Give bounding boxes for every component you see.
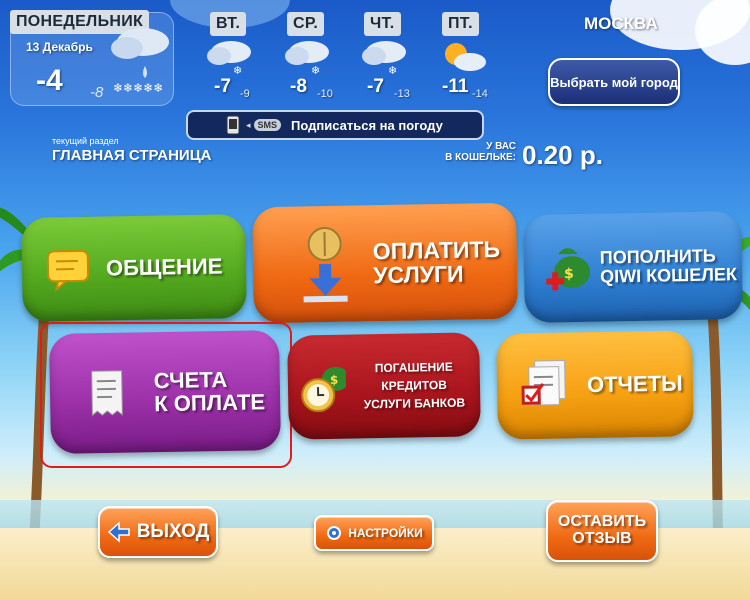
communication-tile[interactable]: ОБЩЕНИЕ: [21, 214, 247, 322]
snow-cloud-icon: ❄❄❄❄❄: [111, 28, 169, 95]
forecast-wed-low: -10: [317, 88, 333, 100]
pay-services-label: ОПЛАТИТЬ УСЛУГИ: [372, 235, 501, 289]
section-caption: текущий раздел: [52, 136, 119, 146]
svg-text:❄: ❄: [311, 64, 320, 77]
wallet-amount: 0.20 р.: [522, 140, 603, 170]
settings-button[interactable]: НАСТРОЙКИ: [314, 515, 434, 551]
subscribe-label: Подписаться на погоду: [291, 117, 443, 133]
pay-services-line2: УСЛУГИ: [372, 260, 464, 289]
forecast-wed-high: -8: [290, 76, 307, 97]
today-temp-high: -4: [36, 64, 63, 97]
reports-tile[interactable]: ОТЧЕТЫ: [496, 330, 694, 440]
svg-text:$: $: [564, 266, 574, 282]
forecast-day-fri: ПТ.: [442, 12, 479, 36]
forecast-thu-high: -7: [367, 76, 384, 97]
receipt-icon: [91, 370, 123, 417]
chat-icon: [46, 249, 90, 292]
forecast-day-wed: СР.: [287, 12, 325, 36]
forecast-thu-low: -13: [394, 88, 410, 100]
choose-city-label: Выбрать мой город: [550, 74, 678, 90]
exit-button[interactable]: ВЫХОД: [98, 506, 218, 558]
phone-icon: [226, 115, 240, 135]
feedback-line2: ОТЗЫВ: [572, 530, 632, 547]
kiosk-screen: ПОНЕДЕЛЬНИК 13 Декабрь -4 -8 ❄❄❄❄❄ ВТ. ❄…: [0, 0, 750, 600]
money-bag-icon: $: [546, 248, 591, 291]
subscribe-weather-button[interactable]: ◂ SMS Подписаться на погоду: [186, 110, 484, 140]
snow-cloud-icon: ❄: [285, 41, 329, 77]
today-date: 13 Декабрь: [26, 40, 93, 54]
topup-qiwi-tile[interactable]: $ ПОПОЛНИТЬ QIWI КОШЕЛЕК: [523, 211, 743, 323]
clock-money-icon: $: [301, 366, 347, 413]
forecast-day-thu: ЧТ.: [364, 12, 401, 36]
invoices-line2: К ОПЛАТЕ: [153, 389, 266, 417]
svg-text:❄❄❄❄❄: ❄❄❄❄❄: [113, 81, 163, 95]
arrow-icon: ◂: [246, 119, 251, 130]
snow-cloud-icon: ❄: [362, 41, 406, 77]
sun-cloud-icon: [445, 43, 486, 71]
snow-cloud-icon: ❄: [207, 41, 251, 77]
coin-download-icon: [303, 227, 348, 303]
communication-label: ОБЩЕНИЕ: [105, 253, 223, 281]
forecast-tue-high: -7: [214, 76, 231, 97]
topup-line2: QIWI КОШЕЛЕК: [599, 264, 738, 287]
report-check-icon: [521, 360, 566, 406]
credits-label: ПОГАШЕНИЕ КРЕДИТОВ УСЛУГИ БАНКОВ: [348, 357, 481, 413]
settings-label: НАСТРОЙКИ: [348, 525, 423, 540]
gear-icon: [327, 526, 342, 540]
forecast-tue-low: -9: [240, 88, 250, 100]
pay-services-tile[interactable]: ОПЛАТИТЬ УСЛУГИ: [252, 202, 518, 324]
today-temp-low: -8: [90, 84, 104, 101]
invoices-tile[interactable]: СЧЕТА К ОПЛАТЕ: [48, 330, 282, 454]
city-name: МОСКВА: [584, 14, 658, 33]
forecast-fri-low: -14: [472, 88, 488, 100]
choose-city-button[interactable]: Выбрать мой город: [548, 58, 680, 106]
svg-text:❄: ❄: [388, 64, 397, 77]
feedback-label: ОСТАВИТЬ ОТЗЫВ: [557, 513, 647, 548]
forecast-fri-high: -11: [442, 76, 469, 97]
wallet-caption: У ВАС В КОШЕЛЬКЕ:: [430, 141, 516, 163]
reports-label: ОТЧЕТЫ: [586, 370, 683, 398]
credits-line2: УСЛУГИ БАНКОВ: [363, 395, 466, 412]
svg-text:❄: ❄: [233, 64, 242, 77]
topup-qiwi-label: ПОПОЛНИТЬ QIWI КОШЕЛЕК: [599, 246, 738, 287]
sms-badge: SMS: [253, 119, 282, 131]
arrow-left-icon: [107, 521, 130, 543]
credits-tile[interactable]: $ ПОГАШЕНИЕ КРЕДИТОВ УСЛУГИ БАНКОВ: [287, 332, 481, 440]
exit-label: ВЫХОД: [136, 521, 210, 543]
wallet-caption-line1: У ВАС: [486, 141, 516, 152]
forecast-day-tue: ВТ.: [210, 12, 247, 36]
feedback-line1: ОСТАВИТЬ: [557, 513, 647, 531]
feedback-button[interactable]: ОСТАВИТЬ ОТЗЫВ: [546, 500, 658, 562]
invoices-line1: СЧЕТА: [153, 366, 228, 394]
credits-line1: ПОГАШЕНИЕ КРЕДИТОВ: [374, 359, 453, 394]
pay-services-line1: ОПЛАТИТЬ: [372, 235, 501, 265]
invoices-label: СЧЕТА К ОПЛАТЕ: [153, 366, 266, 417]
wallet-caption-line2: В КОШЕЛЬКЕ:: [445, 152, 516, 163]
